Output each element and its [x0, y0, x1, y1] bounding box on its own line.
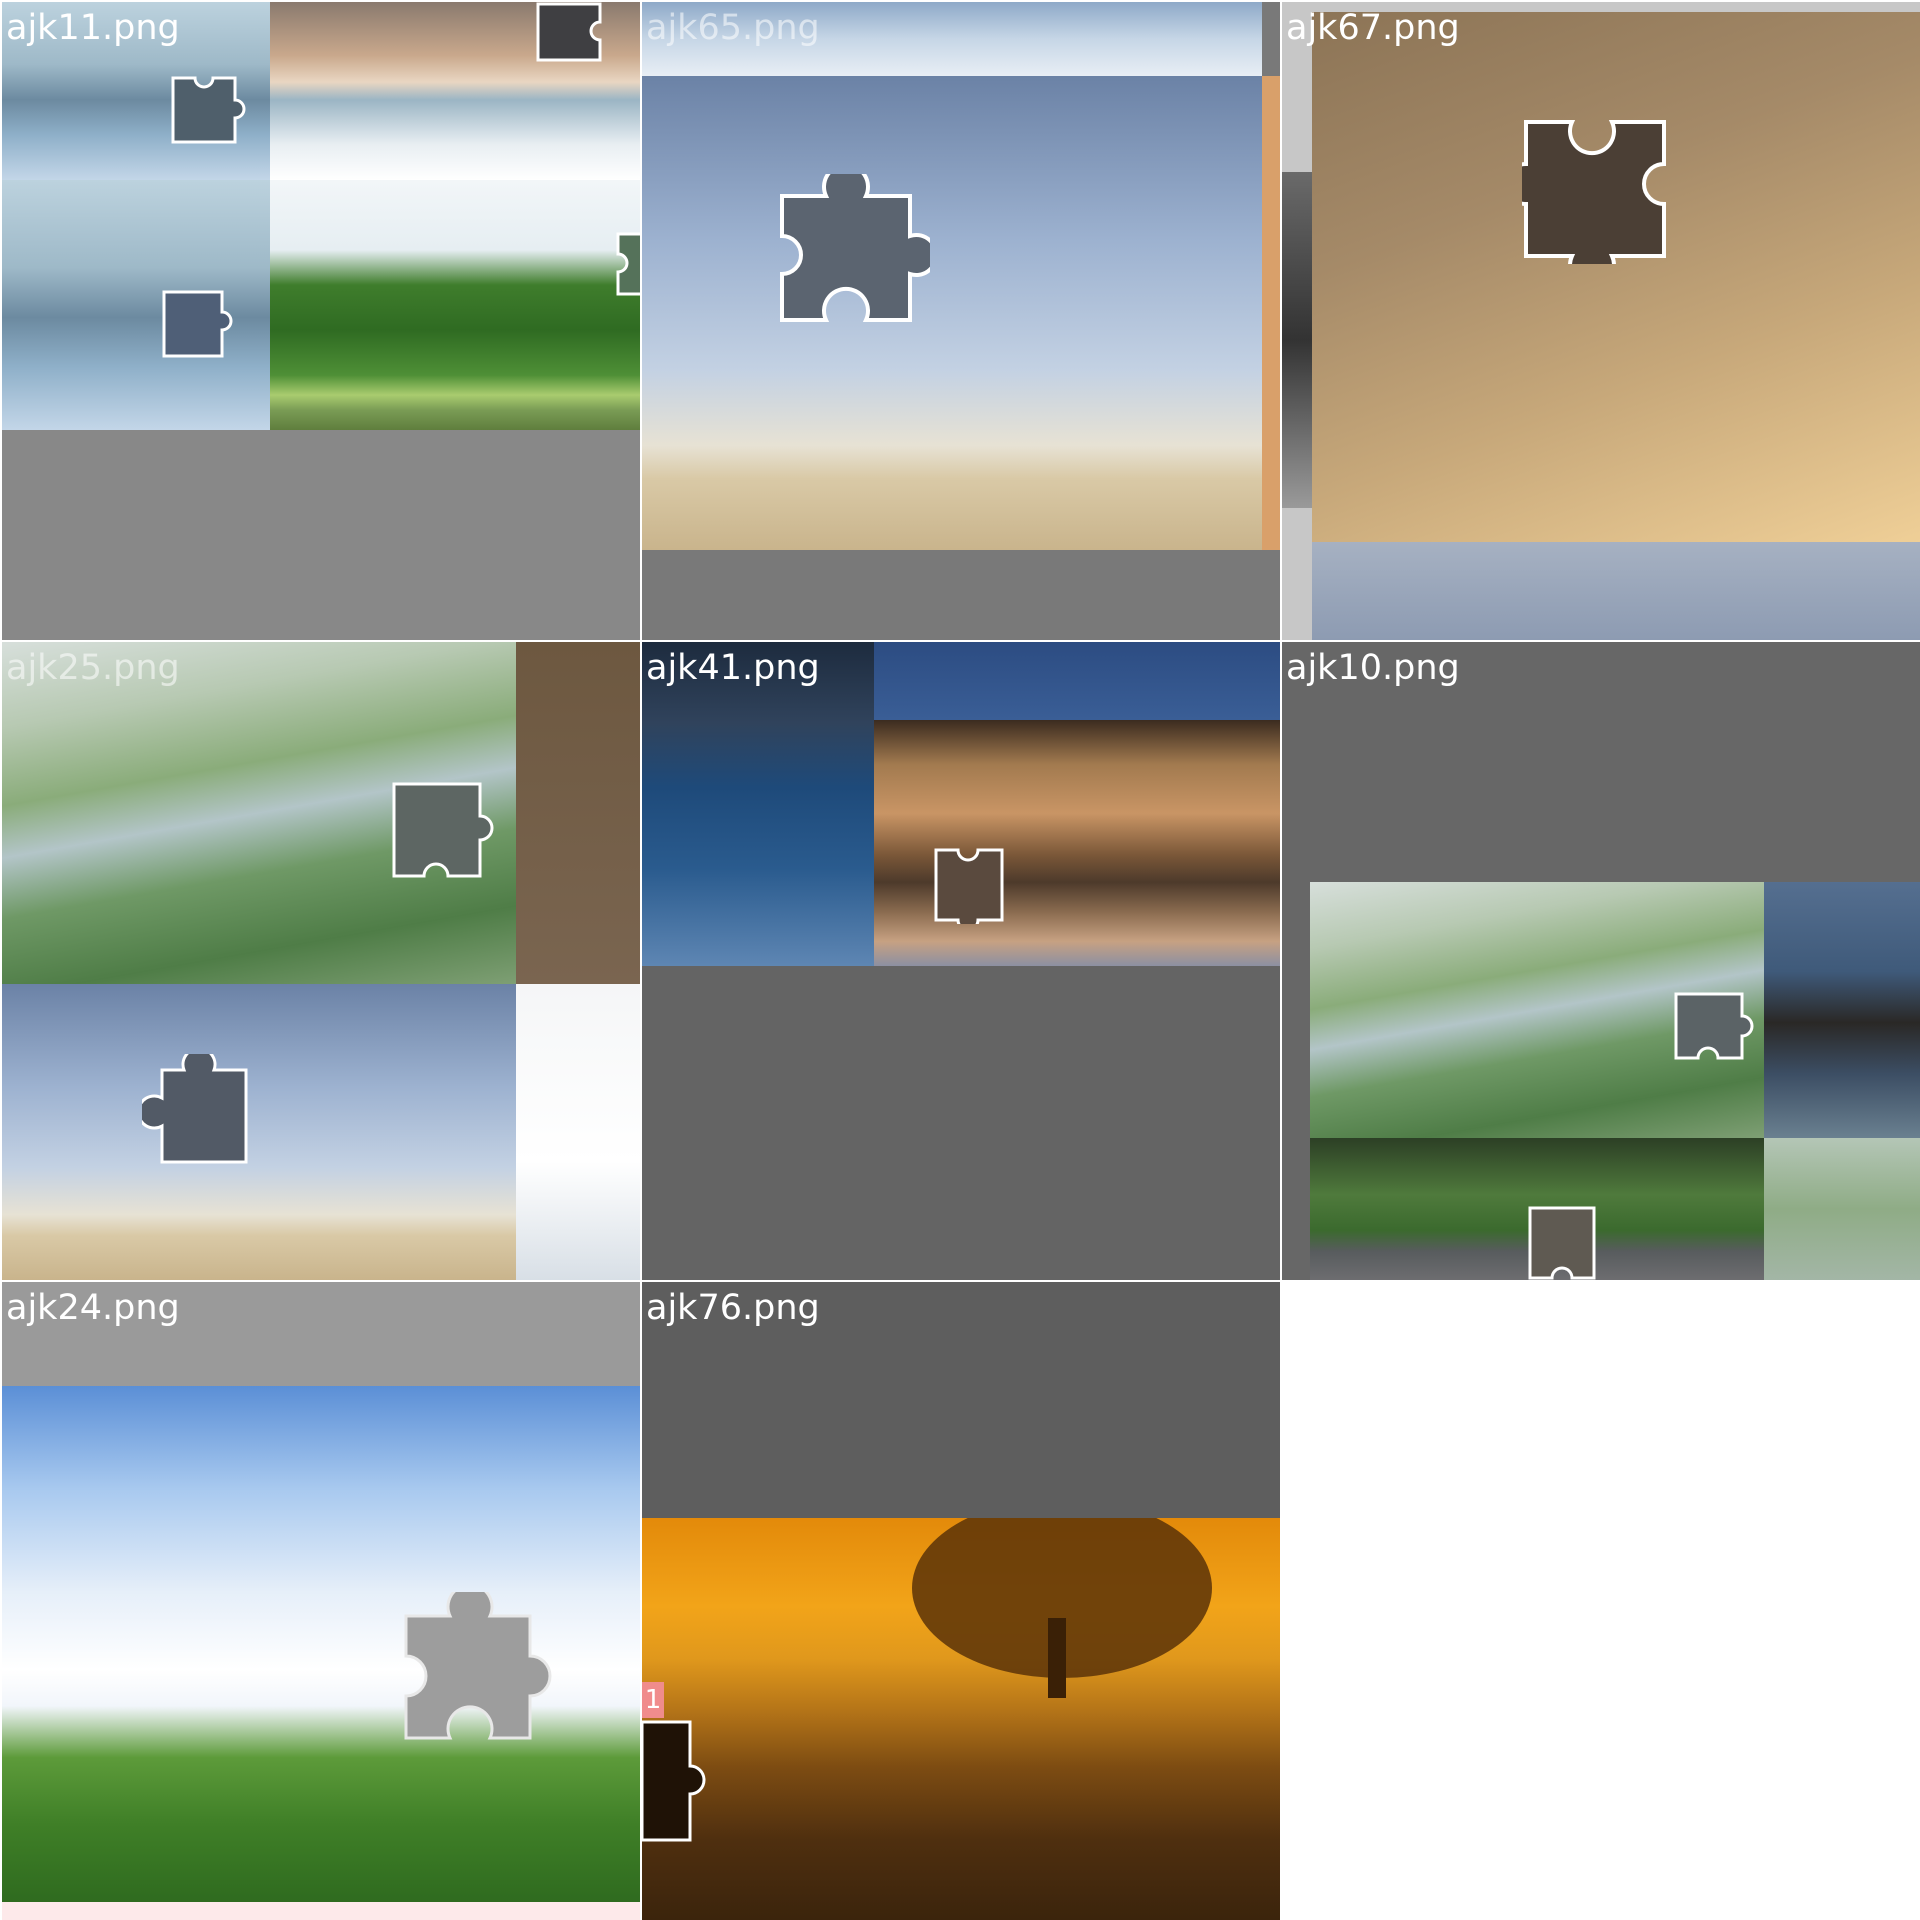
image-tile-water: [874, 642, 1280, 720]
image-label: ajk65.png: [646, 8, 820, 48]
image-cell-ajk25[interactable]: ajk25.png: [2, 642, 640, 1280]
puzzle-piece-icon[interactable]: [614, 230, 640, 298]
empty-area: [1282, 1282, 1920, 1920]
image-label: ajk67.png: [1286, 8, 1460, 48]
image-tile-brown: [516, 642, 640, 984]
image-tile-edge: [2, 1902, 640, 1920]
image-tile-tan-sky: [1312, 12, 1920, 542]
image-tile-pier: [642, 642, 874, 966]
image-tile-forest: [270, 180, 640, 430]
puzzle-piece-icon[interactable]: [1672, 990, 1754, 1070]
image-cell-ajk67[interactable]: ajk67.png: [1282, 2, 1920, 640]
image-label: ajk24.png: [6, 1288, 180, 1328]
image-tile-valley: [1764, 1138, 1920, 1280]
puzzle-piece-icon[interactable]: [932, 846, 1008, 924]
image-cell-ajk10[interactable]: ajk10.png: [1282, 642, 1920, 1280]
tree-silhouette: [912, 1518, 1212, 1698]
number-marker: 1: [642, 1682, 664, 1718]
image-label: ajk25.png: [6, 648, 180, 688]
puzzle-piece-icon[interactable]: [165, 74, 255, 146]
image-tile-edge: [1282, 172, 1312, 508]
image-tile-river-city: [874, 720, 1280, 966]
image-tile-white-sky: [516, 984, 640, 1280]
puzzle-piece-icon[interactable]: [160, 288, 238, 360]
image-tile-pier-night: [1764, 882, 1920, 1138]
image-label: ajk41.png: [646, 648, 820, 688]
image-label: ajk10.png: [1286, 648, 1460, 688]
puzzle-piece-icon[interactable]: [534, 2, 610, 64]
image-cell-ajk65[interactable]: ajk65.png: [642, 2, 1280, 640]
image-tile-hay-field: [642, 76, 1262, 550]
puzzle-piece-icon[interactable]: [1522, 114, 1672, 264]
puzzle-piece-icon[interactable]: [142, 1054, 260, 1166]
image-cell-ajk24[interactable]: ajk24.png: [2, 1282, 640, 1920]
image-label: ajk11.png: [6, 8, 180, 48]
puzzle-piece-icon[interactable]: [642, 1718, 720, 1844]
image-cell-ajk41[interactable]: ajk41.png: [642, 642, 1280, 1280]
puzzle-piece-icon[interactable]: [778, 174, 930, 324]
image-tile-grey-sky: [1312, 542, 1920, 640]
puzzle-piece-icon[interactable]: [390, 780, 500, 880]
puzzle-piece-icon[interactable]: [402, 1592, 556, 1762]
puzzle-piece-icon[interactable]: [1526, 1204, 1600, 1280]
image-cell-ajk11[interactable]: ajk11.png: [2, 2, 640, 640]
image-label: ajk76.png: [646, 1288, 820, 1328]
image-cell-ajk76[interactable]: ajk76.png 1: [642, 1282, 1280, 1920]
image-tile-edge: [1262, 76, 1280, 550]
